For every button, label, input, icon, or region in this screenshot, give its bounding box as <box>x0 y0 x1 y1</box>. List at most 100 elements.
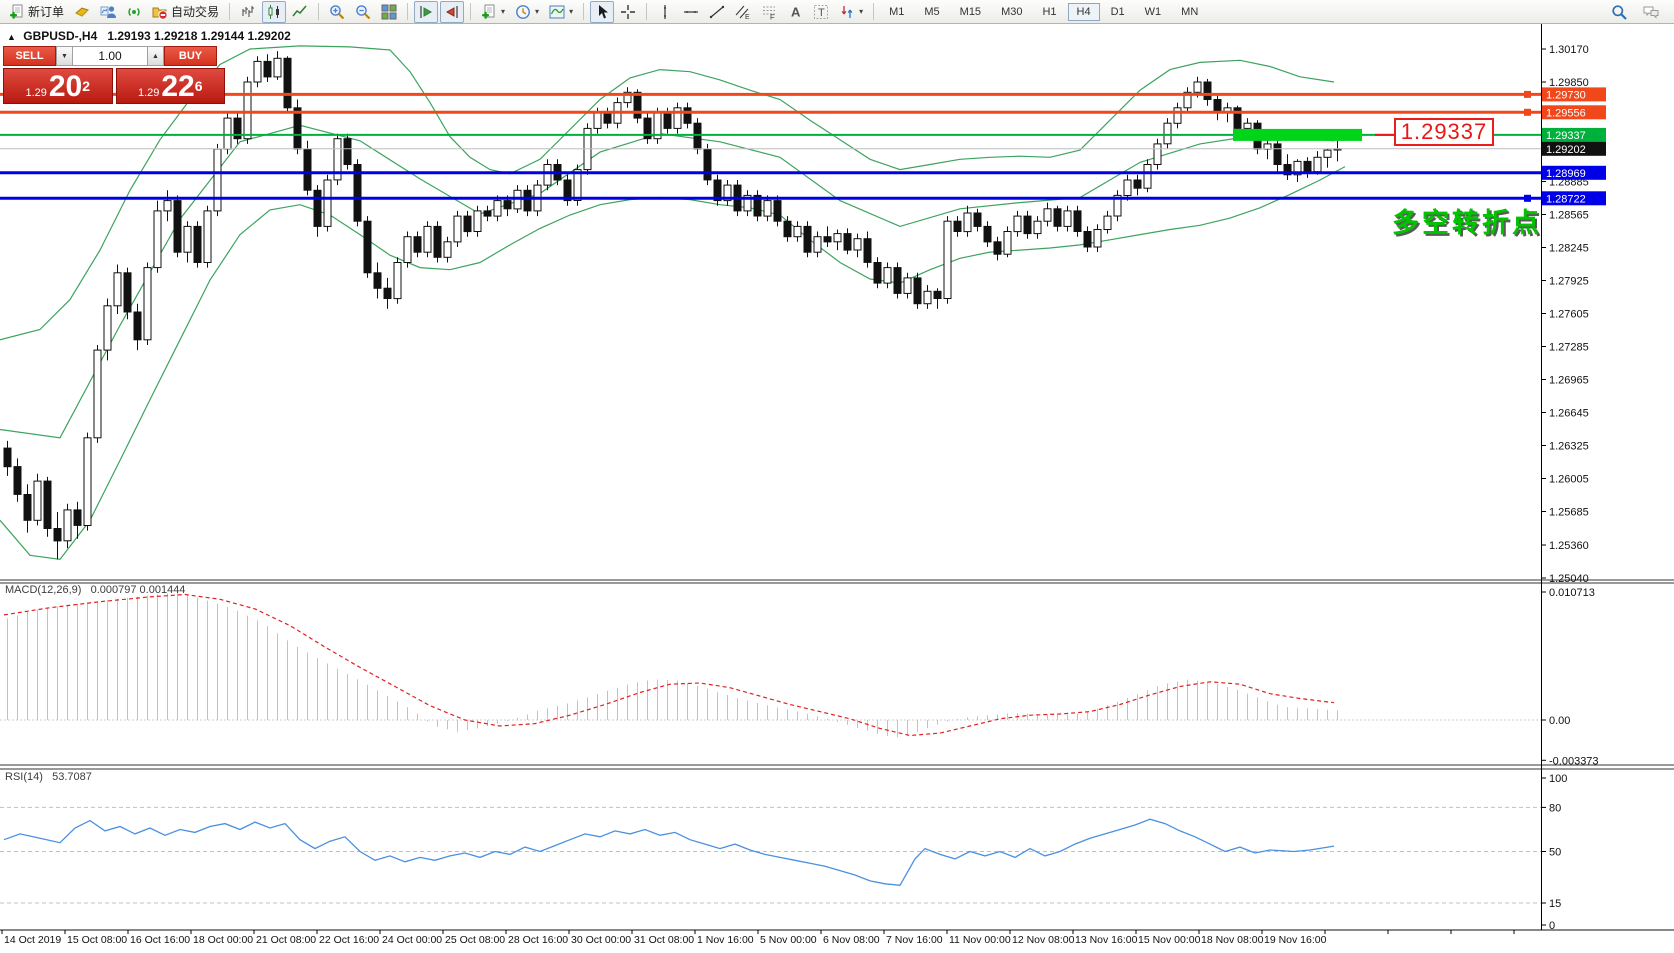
sell-button[interactable]: SELL <box>3 46 56 66</box>
new-order-button[interactable]: 新订单 <box>5 1 68 23</box>
svg-text:21 Oct 08:00: 21 Oct 08:00 <box>256 934 316 946</box>
vertical-line-button[interactable] <box>653 1 677 23</box>
line-chart-button[interactable] <box>288 1 312 23</box>
toolbar-left-group: 新订单自动交易▾▾▾EFAT▾M1M5M15M30H1H4D1W1MN <box>4 0 1208 23</box>
trend-icon <box>709 4 725 20</box>
svg-text:0.00: 0.00 <box>1549 715 1570 727</box>
autotrading-icon <box>152 4 168 20</box>
timeframe-m30-button[interactable]: M30 <box>992 3 1031 21</box>
svg-text:F: F <box>770 12 775 20</box>
crosshair-button[interactable] <box>616 1 640 23</box>
text-label-button[interactable]: T <box>809 1 833 23</box>
terminal-button[interactable] <box>96 1 120 23</box>
chart-title: ▲ GBPUSD-,H4 1.29193 1.29218 1.29144 1.2… <box>7 29 291 43</box>
svg-text:100: 100 <box>1549 773 1567 785</box>
svg-text:1.25360: 1.25360 <box>1549 540 1589 552</box>
price-axis[interactable]: 1.301701.298501.288851.285651.282451.279… <box>1541 44 1606 932</box>
zoomin-icon <box>329 4 345 20</box>
bollinger-lower-band <box>0 167 1345 560</box>
fibonacci-button[interactable]: F <box>757 1 781 23</box>
svg-text:1.29202: 1.29202 <box>1546 144 1586 156</box>
templates-button[interactable]: ▾ <box>545 1 577 23</box>
cursor-button[interactable] <box>590 1 614 23</box>
chart-canvas[interactable]: 1.301701.298501.288851.285651.282451.279… <box>0 24 1674 948</box>
svg-text:1.25040: 1.25040 <box>1549 573 1589 585</box>
macd-signal-line <box>4 595 1334 736</box>
svg-text:19 Nov 16:00: 19 Nov 16:00 <box>1264 934 1327 946</box>
sell-price-tile[interactable]: 1.29 20 2 <box>3 68 113 104</box>
chevron-down-icon: ▾ <box>501 7 505 16</box>
svg-text:1.27605: 1.27605 <box>1549 309 1589 321</box>
buy-price-tile[interactable]: 1.29 22 6 <box>116 68 226 104</box>
chat-button[interactable] <box>1639 1 1663 23</box>
autotrading-button[interactable]: 自动交易 <box>148 1 223 23</box>
equidistant-channel-button[interactable]: E <box>731 1 755 23</box>
svg-text:13 Nov 16:00: 13 Nov 16:00 <box>1075 934 1138 946</box>
bars-icon <box>240 4 256 20</box>
svg-text:1.28969: 1.28969 <box>1546 168 1586 180</box>
wave-icon <box>549 4 565 20</box>
new-chart-button[interactable]: ▾ <box>477 1 509 23</box>
timeframe-mn-button[interactable]: MN <box>1172 3 1207 21</box>
chart-window[interactable]: 1.301701.298501.288851.285651.282451.279… <box>0 24 1674 948</box>
search-button[interactable] <box>1607 1 1631 23</box>
hline-icon <box>683 4 699 20</box>
rsi-value: 53.7087 <box>52 771 92 783</box>
svg-text:11 Nov 00:00: 11 Nov 00:00 <box>949 934 1011 946</box>
labelT-icon: T <box>813 4 829 20</box>
toolbar-separator <box>229 3 230 20</box>
volume-decrease-button[interactable]: ▼ <box>56 46 73 66</box>
chartshift-icon <box>444 4 460 20</box>
timeframe-m1-button[interactable]: M1 <box>880 3 913 21</box>
svg-text:A: A <box>791 4 801 19</box>
chart-shift-button[interactable] <box>440 1 464 23</box>
timeframe-d1-button[interactable]: D1 <box>1102 3 1134 21</box>
textA-icon: A <box>787 4 803 20</box>
trendline-button[interactable] <box>705 1 729 23</box>
sell-price-big: 20 <box>49 74 82 100</box>
channel-icon: E <box>735 4 751 20</box>
gold-chart-button[interactable] <box>70 1 94 23</box>
zoom-in-button[interactable] <box>325 1 349 23</box>
buy-button[interactable]: BUY <box>164 46 217 66</box>
signals-button[interactable] <box>122 1 146 23</box>
svg-text:15 Oct 08:00: 15 Oct 08:00 <box>67 934 127 946</box>
svg-text:6 Nov 08:00: 6 Nov 08:00 <box>823 934 880 946</box>
svg-text:15: 15 <box>1549 898 1561 910</box>
vline-icon <box>657 4 673 20</box>
arrows-icon <box>839 4 855 20</box>
tiles-icon <box>381 4 397 20</box>
svg-text:1 Nov 16:00: 1 Nov 16:00 <box>697 934 754 946</box>
chinese-note-text[interactable]: 多空转折点 <box>1392 201 1542 240</box>
arrows-button[interactable]: ▾ <box>835 1 867 23</box>
bar-chart-button[interactable] <box>236 1 260 23</box>
timeframe-w1-button[interactable]: W1 <box>1136 3 1171 21</box>
timeframe-m5-button[interactable]: M5 <box>915 3 948 21</box>
timeframe-m15-button[interactable]: M15 <box>951 3 990 21</box>
timeframe-h1-button[interactable]: H1 <box>1033 3 1065 21</box>
time-axis[interactable]: 14 Oct 201915 Oct 08:0016 Oct 16:0018 Oc… <box>2 930 1514 946</box>
clock-icon <box>515 4 531 20</box>
tile-windows-button[interactable] <box>377 1 401 23</box>
zoom-out-button[interactable] <box>351 1 375 23</box>
svg-text:22 Oct 16:00: 22 Oct 16:00 <box>319 934 379 946</box>
search-icon <box>1611 4 1627 20</box>
price-annotation-label[interactable]: 1.29337 <box>1394 118 1494 146</box>
svg-text:1.29730: 1.29730 <box>1546 89 1586 101</box>
candlestick-chart-button[interactable] <box>262 1 286 23</box>
horizontal-line-button[interactable] <box>679 1 703 23</box>
signal-icon <box>126 4 142 20</box>
timeframe-h4-button[interactable]: H4 <box>1068 3 1100 21</box>
toolbar-right-group <box>1606 1 1670 23</box>
toolbar-separator <box>873 3 874 20</box>
text-button[interactable]: A <box>783 1 807 23</box>
highlight-zone[interactable] <box>1233 129 1362 141</box>
auto-scroll-button[interactable] <box>414 1 438 23</box>
svg-text:1.28722: 1.28722 <box>1546 193 1586 205</box>
collapse-triangle-icon[interactable]: ▲ <box>7 32 16 42</box>
periods-button[interactable]: ▾ <box>511 1 543 23</box>
volume-increase-button[interactable]: ▲ <box>147 46 164 66</box>
volume-input[interactable] <box>73 46 147 66</box>
svg-text:18 Nov 08:00: 18 Nov 08:00 <box>1201 934 1264 946</box>
svg-text:1.26965: 1.26965 <box>1549 375 1589 387</box>
